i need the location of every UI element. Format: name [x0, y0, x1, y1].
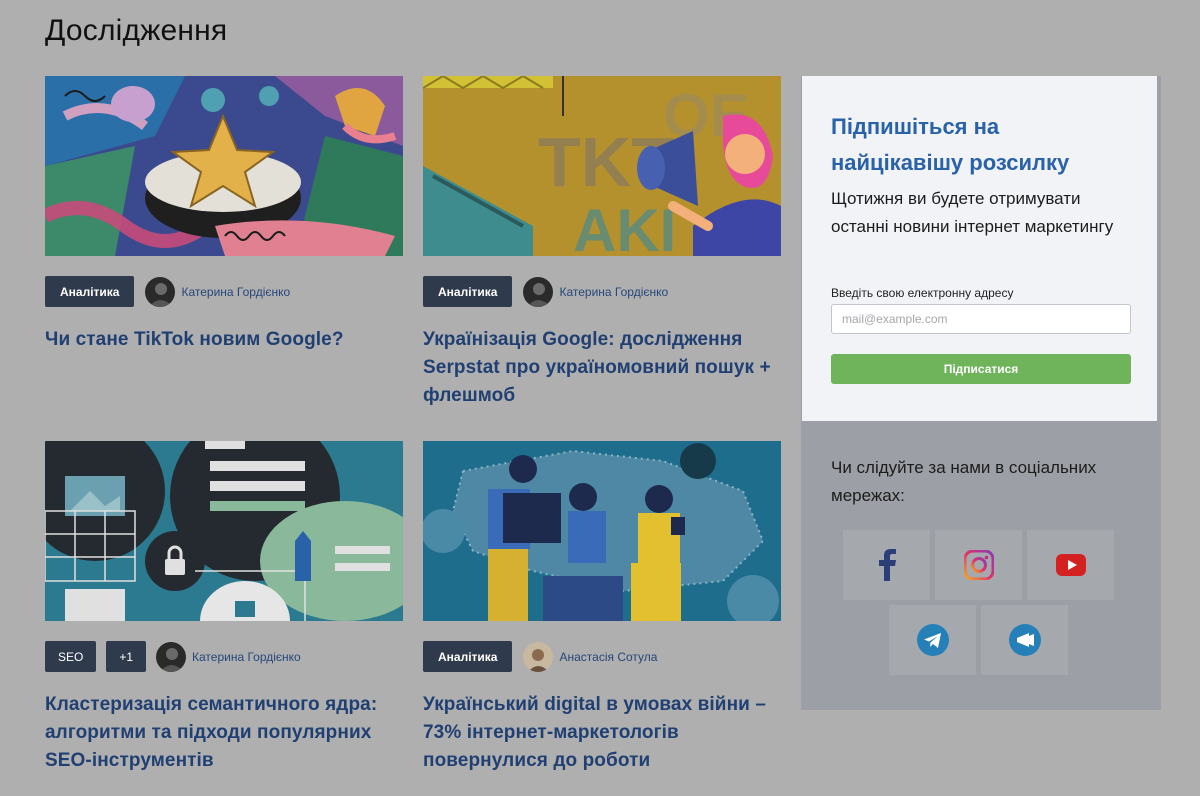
author-name[interactable]: Катерина Гордієнко: [559, 285, 668, 299]
facebook-icon: [878, 549, 896, 581]
author-name[interactable]: Катерина Гордієнко: [181, 285, 290, 299]
article-meta: Аналітика Катерина Гордієнко: [45, 276, 290, 307]
subscribe-title: Підпишіться на найцікавішу розсилку: [831, 114, 1070, 175]
article-thumbnail-semantic-clustering[interactable]: [45, 441, 403, 621]
article-thumbnail-ukrainian-digital[interactable]: [423, 441, 781, 621]
facebook-button[interactable]: [843, 530, 930, 600]
tag-analytics[interactable]: Аналітика: [423, 276, 513, 307]
article-card: Аналітика Анастасія Сотула Український d…: [423, 441, 781, 771]
author-name[interactable]: Анастасія Сотула: [559, 650, 657, 664]
article-card: SEO +1 Катерина Гордієнко Кластеризація …: [45, 441, 403, 771]
social-heading: Чи слідуйте за нами в соціальних мережах…: [831, 458, 1097, 505]
article-title[interactable]: Український digital в умовах війни – 73%…: [423, 691, 781, 775]
email-field[interactable]: [831, 304, 1131, 334]
article-meta: Аналітика Анастасія Сотула: [423, 641, 657, 672]
article-thumbnail-ukrainization-google[interactable]: TKT OE AKI: [423, 76, 781, 256]
tag-analytics[interactable]: Аналітика: [45, 276, 135, 307]
telegram-icon: [916, 624, 949, 656]
subscribe-panel: Підпишіться на найцікавішу розсилку Щоти…: [802, 76, 1157, 421]
instagram-button[interactable]: [935, 530, 1022, 600]
article-title[interactable]: Українізація Google: дослідження Serpsta…: [423, 326, 781, 410]
telegram-channel-icon: [1008, 624, 1041, 656]
author-avatar: [523, 276, 554, 307]
email-label: Введіть свою електронну адресу: [831, 286, 1014, 300]
youtube-icon: [1055, 554, 1086, 576]
page-title: Дослідження: [45, 14, 228, 47]
tag-analytics[interactable]: Аналітика: [423, 641, 513, 672]
article-title[interactable]: Чи стане TikTok новим Google?: [45, 326, 403, 354]
article-meta: SEO +1 Катерина Гордієнко: [45, 641, 301, 672]
article-meta: Аналітика Катерина Гордієнко: [423, 276, 668, 307]
tag-more[interactable]: +1: [106, 641, 147, 672]
article-title[interactable]: Кластеризація семантичного ядра: алгорит…: [45, 691, 403, 775]
author-avatar: [523, 641, 554, 672]
author-name[interactable]: Катерина Гордієнко: [192, 650, 301, 664]
article-card: TKT OE AKI Аналітика Катерина Гордієнко …: [423, 76, 781, 406]
author-avatar: [145, 276, 176, 307]
subscribe-text: Щотижня ви будете отримувати останні нов…: [831, 189, 1114, 236]
subscribe-button[interactable]: Підписатися: [831, 354, 1131, 384]
tag-seo[interactable]: SEO: [45, 641, 97, 672]
telegram-button[interactable]: [889, 605, 976, 675]
youtube-button[interactable]: [1027, 530, 1114, 600]
telegram-channel-button[interactable]: [981, 605, 1068, 675]
instagram-icon: [963, 550, 994, 580]
author-avatar: [156, 641, 187, 672]
article-thumbnail-tiktok-google[interactable]: [45, 76, 403, 256]
svg-text:AKI: AKI: [573, 197, 676, 256]
article-card: Аналітика Катерина Гордієнко Чи стане Ti…: [45, 76, 403, 350]
